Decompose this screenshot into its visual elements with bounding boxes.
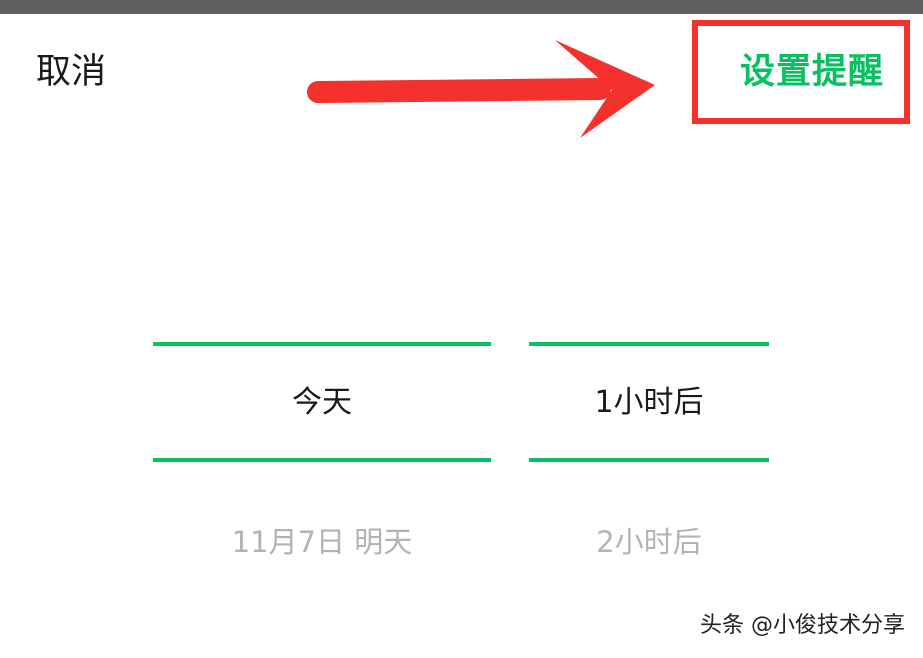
picker-time-top-line (529, 342, 769, 346)
watermark-text: 头条 @小俊技术分享 (700, 613, 905, 638)
picker-date-selected[interactable]: 今天 (153, 383, 491, 423)
set-reminder-button[interactable]: 设置提醒 (740, 50, 884, 94)
picker-time-selected[interactable]: 1小时后 (529, 383, 769, 423)
picker-date-next-option[interactable]: 11月7日 明天 (153, 522, 491, 562)
picker-date-top-line (153, 342, 491, 346)
annotation-arrow-icon (307, 40, 655, 138)
picker-time-next-option[interactable]: 2小时后 (529, 522, 769, 562)
status-strip (0, 0, 923, 14)
picker-date-bottom-line (153, 458, 491, 462)
picker-time-bottom-line (529, 458, 769, 462)
cancel-button[interactable]: 取消 (36, 50, 106, 94)
